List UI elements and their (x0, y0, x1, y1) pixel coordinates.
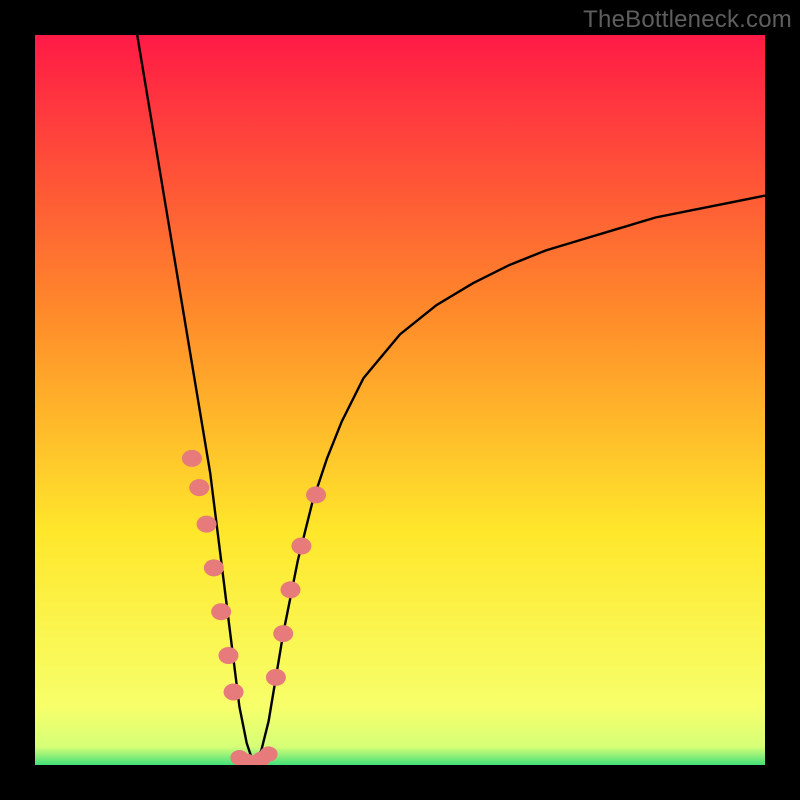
data-dot (204, 559, 224, 576)
data-dot (260, 746, 278, 761)
data-dot (211, 603, 231, 620)
chart-frame: TheBottleneck.com (0, 0, 800, 800)
data-dot (273, 625, 293, 642)
chart-plot (35, 35, 765, 765)
data-dot (224, 684, 244, 701)
data-dot (291, 538, 311, 555)
data-dot (266, 669, 286, 686)
data-dot (281, 581, 301, 598)
gradient-background (35, 35, 765, 765)
data-dot (189, 479, 209, 496)
data-dot (218, 647, 238, 664)
data-dot (182, 450, 202, 467)
data-dot (306, 486, 326, 503)
watermark-text: TheBottleneck.com (583, 6, 792, 34)
data-dot (197, 516, 217, 533)
